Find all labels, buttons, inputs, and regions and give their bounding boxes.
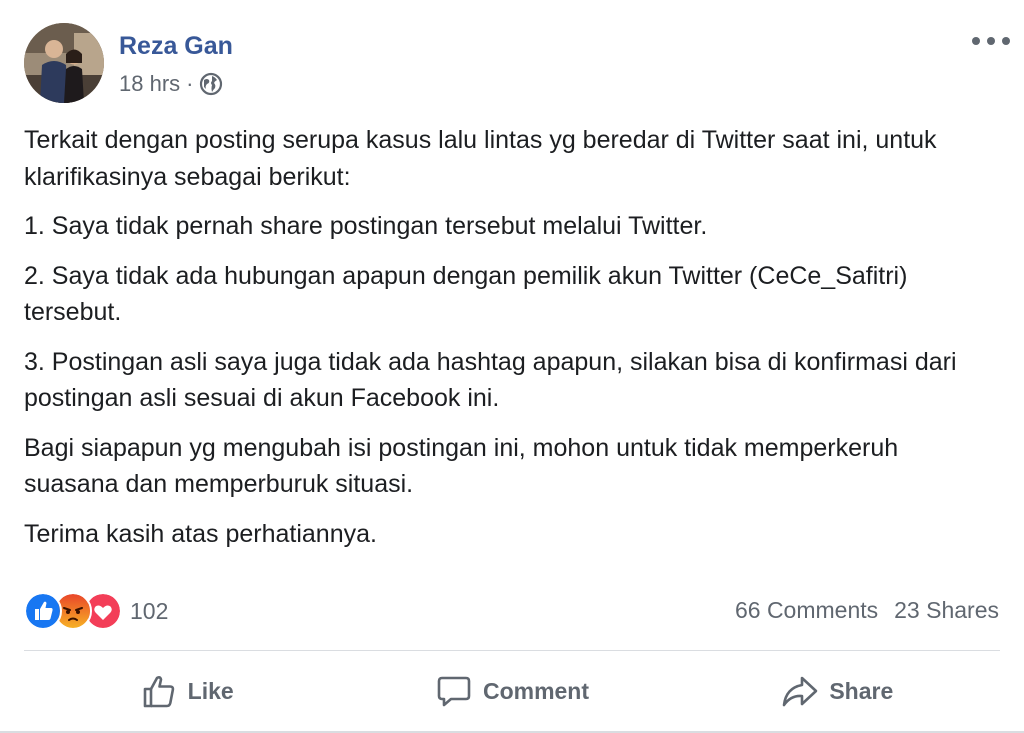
- like-button[interactable]: Like: [24, 660, 349, 722]
- post-paragraph: Terima kasih atas perhatiannya.: [24, 519, 377, 548]
- share-arrow-icon: [783, 676, 818, 707]
- reactions-summary[interactable]: 102: [24, 591, 168, 631]
- share-button-label: Share: [829, 677, 894, 704]
- post-body: Terkait dengan posting serupa kasus lalu…: [24, 122, 999, 565]
- globe-icon[interactable]: [199, 72, 223, 96]
- post-meta: 18 hrs ·: [119, 70, 223, 98]
- like-reaction-icon: [24, 592, 62, 630]
- post-paragraph: Terkait dengan posting serupa kasus lalu…: [24, 126, 937, 191]
- more-dot-icon: [972, 37, 980, 45]
- comment-button-label: Comment: [482, 677, 590, 704]
- avatar[interactable]: [24, 23, 104, 103]
- more-options-button[interactable]: [972, 26, 1010, 56]
- post-paragraph: 1. Saya tidak pernah share postingan ter…: [24, 212, 708, 240]
- more-dot-icon: [987, 37, 995, 45]
- post-author-name[interactable]: Reza Gan: [119, 30, 233, 62]
- post-paragraph: Bagi siapapun yg mengubah isi postingan …: [24, 433, 899, 499]
- divider: [24, 650, 1000, 651]
- comments-count-link[interactable]: 66 Comments: [735, 595, 878, 625]
- more-dot-icon: [1002, 37, 1010, 45]
- post-paragraph: 3. Postingan asli saya juga tidak ada ha…: [24, 347, 957, 413]
- share-button[interactable]: Share: [675, 660, 1000, 722]
- avatar-photo: [24, 23, 104, 103]
- like-button-label: Like: [187, 677, 234, 704]
- thumbs-up-icon: [143, 675, 174, 708]
- shares-count-link[interactable]: 23 Shares: [894, 595, 999, 625]
- comment-button[interactable]: Comment: [349, 660, 674, 722]
- post-timestamp[interactable]: 18 hrs: [119, 70, 180, 98]
- reaction-count[interactable]: 102: [130, 598, 168, 625]
- comment-bubble-icon: [437, 676, 471, 707]
- post-action-bar: Like Comment Share: [24, 660, 1000, 722]
- meta-separator: ·: [186, 71, 194, 96]
- facebook-post-card: Reza Gan 18 hrs · Terkait dengan posting…: [0, 0, 1024, 733]
- engagement-stats: 66 Comments 23 Shares: [735, 595, 999, 625]
- post-paragraph: 2. Saya tidak ada hubungan apapun dengan…: [24, 261, 908, 327]
